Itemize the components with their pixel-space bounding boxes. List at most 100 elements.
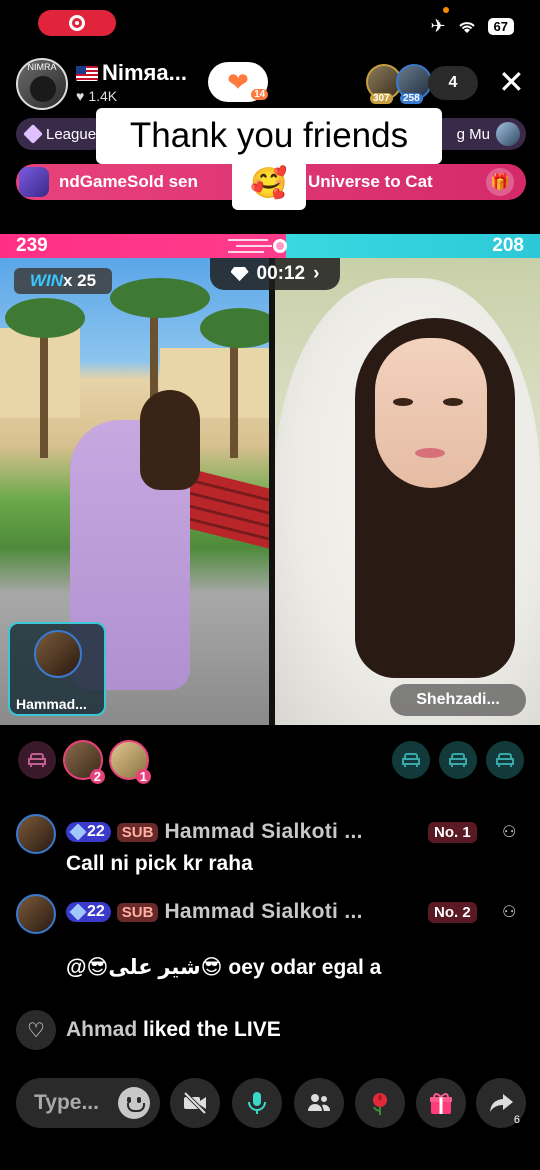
woman-face <box>375 338 487 488</box>
palm-tree <box>150 298 158 458</box>
game-icon <box>19 167 49 197</box>
mic-icon <box>248 1092 266 1114</box>
diamond-icon <box>230 267 249 281</box>
top-gifter-avatar[interactable]: 1 <box>109 740 151 784</box>
broken-heart-icon: ❤ 14 <box>227 67 269 100</box>
palm-leaves <box>200 308 269 348</box>
top-viewers[interactable]: 307 258 <box>366 64 432 104</box>
right-score: 208 <box>492 235 524 256</box>
ranking-label: g Mu <box>456 125 490 143</box>
battle-spark-icon <box>228 239 287 253</box>
eye <box>443 398 463 406</box>
gem-icon <box>69 903 87 921</box>
seat-button[interactable] <box>486 741 524 779</box>
battle-score-bar: 239 208 <box>0 234 540 258</box>
heart-icon: ♥ <box>76 88 85 104</box>
commenter-name[interactable]: Hammad Sialkoti ... <box>164 900 362 924</box>
team-icon: ⚇ <box>502 904 517 921</box>
close-button[interactable]: ✕ <box>498 66 525 98</box>
comment-header: 22 SUB Hammad Sialkoti ... <box>66 900 363 924</box>
timer-text: 00:12 <box>256 263 306 284</box>
privacy-dot <box>443 7 449 13</box>
follow-button[interactable]: ❤ 14 <box>208 62 269 102</box>
emoji-icon[interactable] <box>118 1087 150 1119</box>
guest-name: Hammad... <box>16 696 87 712</box>
comment-header: 22 SUB Hammad Sialkoti ... <box>66 820 363 844</box>
mic-button[interactable] <box>232 1078 282 1128</box>
status-icons: ✈ 67 <box>430 16 514 37</box>
palm-leaves <box>110 278 210 318</box>
sub-badge: SUB <box>116 902 159 922</box>
win-streak-badge[interactable]: WIN x 25 <box>14 268 112 294</box>
seat-button[interactable] <box>18 741 56 779</box>
commenter-name[interactable]: Hammad Sialkoti ... <box>164 820 362 844</box>
airplane-icon: ✈ <box>430 16 446 36</box>
ranking-avatar <box>496 122 520 146</box>
chevron-right-icon: › <box>313 263 320 284</box>
share-count: 6 <box>513 1114 520 1126</box>
lips <box>415 448 445 458</box>
seat-icon <box>402 753 420 767</box>
viewer-avatar-score: 258 <box>400 93 423 104</box>
record-icon <box>69 15 85 31</box>
viewer-avatar[interactable]: 258 <box>396 64 432 104</box>
battery-indicator: 67 <box>487 18 514 35</box>
guest-card[interactable]: Hammad... <box>8 622 106 716</box>
share-arrow-icon <box>490 1094 513 1112</box>
wifi-icon <box>458 21 475 33</box>
avatar-tag: NIMRA <box>27 62 57 72</box>
avatar-figure <box>30 76 56 102</box>
level-value: 22 <box>87 823 105 840</box>
right-host-name[interactable]: Shehzadi... <box>390 684 526 716</box>
host-avatar[interactable]: NIMRA <box>16 58 68 110</box>
host-likes: ♥ 1.4K <box>76 88 117 104</box>
host-name-text: Nimяa... <box>102 60 187 85</box>
guest-avatar <box>34 630 82 678</box>
seat-icon <box>28 753 46 767</box>
liked-text: liked the LIVE <box>143 1018 281 1041</box>
top-gifter-avatar[interactable]: 2 <box>63 740 105 784</box>
league-button[interactable]: League <box>16 118 108 150</box>
liker-name[interactable]: Ahmad <box>66 1018 137 1041</box>
battle-right-video[interactable] <box>275 258 540 725</box>
host-name[interactable]: Nimяa... <box>76 60 187 86</box>
seat-button[interactable] <box>392 741 430 779</box>
heart-outline-icon: ♡ <box>16 1010 56 1050</box>
comment-placeholder: Type... <box>34 1091 99 1114</box>
gift-banner-text-right: Universe to Cat <box>308 172 433 191</box>
share-button[interactable]: 6 <box>476 1078 526 1128</box>
seat-icon <box>449 753 467 767</box>
seat-icon <box>496 753 514 767</box>
camera-off-icon <box>183 1091 207 1115</box>
gift-button[interactable] <box>416 1078 466 1128</box>
guests-button[interactable] <box>294 1078 344 1128</box>
commenter-avatar[interactable] <box>16 814 56 854</box>
comment-text: Call ni pick kr raha <box>66 852 253 875</box>
building <box>160 348 269 418</box>
camera-off-button[interactable] <box>170 1078 220 1128</box>
host-likes-count: 1.4K <box>88 88 118 104</box>
viewer-count[interactable]: 4 <box>428 66 478 100</box>
people-icon <box>308 1094 331 1111</box>
level-badge: 22 <box>66 822 111 842</box>
screen-record-indicator[interactable] <box>38 10 116 36</box>
gifter-rank: 2 <box>89 769 105 784</box>
level-value: 22 <box>87 903 105 920</box>
us-flag-icon <box>76 65 98 81</box>
comment-text: @😎شیر علی😎 oey odar egal a <box>66 956 382 979</box>
palm-leaves <box>5 298 85 338</box>
team-icon: ⚇ <box>502 824 517 841</box>
gifter-rank: 1 <box>135 769 151 784</box>
rose-icon <box>373 1093 387 1115</box>
battle-right-bar: 208 <box>286 234 540 258</box>
battle-timer[interactable]: 00:12 › <box>210 258 340 290</box>
comment-input[interactable]: Type... <box>16 1078 160 1128</box>
rose-gift-button[interactable] <box>355 1078 405 1128</box>
like-notice: ♡ Ahmad liked the LIVE <box>16 1010 281 1050</box>
commenter-avatar[interactable] <box>16 894 56 934</box>
sub-badge: SUB <box>116 822 159 842</box>
caption-emoji: 🥰 <box>232 156 306 210</box>
viewer-avatar-score: 307 <box>370 93 393 104</box>
palm-tree <box>40 318 48 458</box>
seat-button[interactable] <box>439 741 477 779</box>
